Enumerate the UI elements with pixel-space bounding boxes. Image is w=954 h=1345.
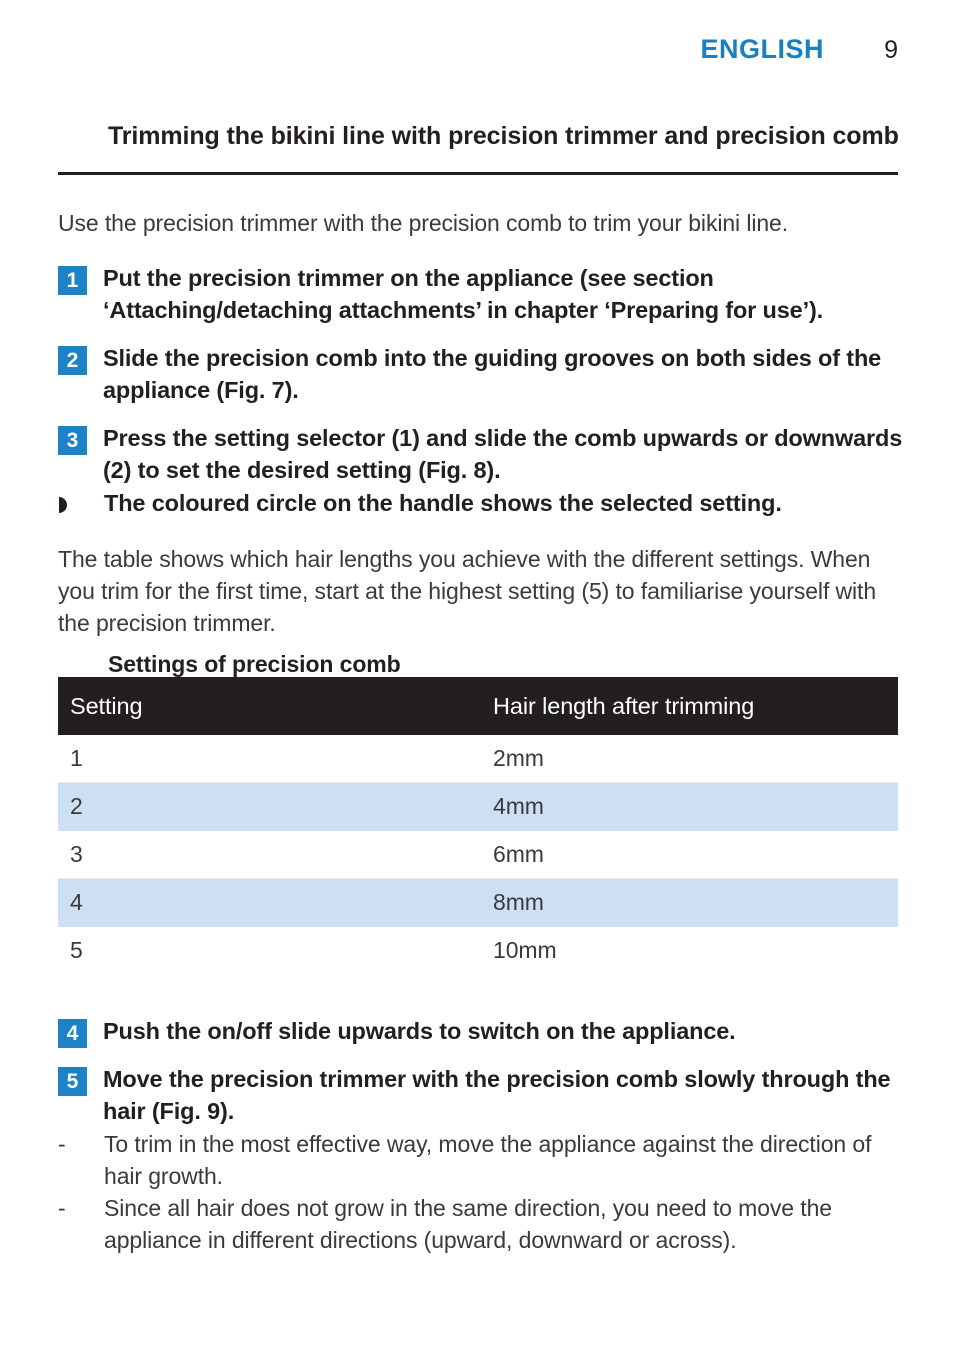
- step-number-badge: 4: [58, 1019, 87, 1048]
- step-item-3: 3 Press the setting selector (1) and sli…: [58, 422, 904, 486]
- section-title: Trimming the bikini line with precision …: [108, 121, 899, 150]
- table-header-row-group: Setting Hair length after trimming: [58, 677, 898, 735]
- table-row: 1 2mm: [58, 735, 898, 783]
- step-text: Move the precision trimmer with the prec…: [103, 1066, 891, 1124]
- arrow-note-item: The coloured circle on the handle shows …: [58, 487, 904, 519]
- dash-note-item-2: - Since all hair does not grow in the sa…: [58, 1192, 904, 1256]
- column-header-hair-length: Hair length after trimming: [493, 677, 898, 735]
- dash-note-text: Since all hair does not grow in the same…: [104, 1195, 832, 1253]
- cell-hair-length: 10mm: [493, 937, 557, 963]
- dash-note-text: To trim in the most effective way, move …: [104, 1131, 872, 1189]
- step-item-5: 5 Move the precision trimmer with the pr…: [58, 1063, 904, 1127]
- step-text: Press the setting selector (1) and slide…: [103, 425, 903, 483]
- dash-note-item-1: - To trim in the most effective way, mov…: [58, 1128, 904, 1192]
- table-row: 4 8mm: [58, 878, 898, 927]
- cell-hair-length: 6mm: [493, 830, 898, 879]
- step-number-badge: 1: [58, 266, 87, 295]
- step-text: Push the on/off slide upwards to switch …: [103, 1018, 736, 1044]
- page-number: 9: [884, 36, 898, 64]
- step-number-badge: 2: [58, 346, 87, 375]
- step-text: Put the precision trimmer on the applian…: [103, 265, 824, 323]
- cell-setting: 4: [58, 878, 493, 927]
- step-number-badge: 5: [58, 1067, 87, 1096]
- step-item-1: 1 Put the precision trimmer on the appli…: [58, 262, 904, 326]
- half-disc-bullet-icon: [58, 487, 88, 514]
- step-number-badge: 3: [58, 426, 87, 455]
- table-row: 2 4mm: [58, 782, 898, 831]
- header-language-label: ENGLISH: [700, 34, 824, 64]
- manual-page: ENGLISH 9 Trimming the bikini line with …: [0, 0, 954, 1345]
- dash-bullet-icon: -: [58, 1131, 66, 1157]
- step-item-4: 4 Push the on/off slide upwards to switc…: [58, 1015, 904, 1048]
- cell-hair-length: 2mm: [493, 735, 898, 783]
- page-header: ENGLISH 9: [58, 34, 898, 72]
- intro-paragraph: Use the precision trimmer with the preci…: [58, 210, 789, 236]
- table-heading: Settings of precision comb: [108, 651, 401, 678]
- column-header-setting: Setting: [58, 677, 493, 735]
- dash-bullet-icon: -: [58, 1195, 66, 1221]
- arrow-note-text: The coloured circle on the handle shows …: [104, 490, 782, 516]
- cell-hair-length: 4mm: [493, 782, 898, 831]
- table-row: 3 6mm: [58, 830, 898, 879]
- cell-hair-length: 8mm: [493, 878, 898, 927]
- title-divider: [58, 172, 898, 175]
- cell-setting: 1: [58, 735, 493, 783]
- cell-setting: 3: [58, 830, 493, 879]
- cell-setting: 5: [70, 937, 83, 963]
- step-item-2: 2 Slide the precision comb into the guid…: [58, 342, 904, 406]
- cell-setting: 2: [58, 782, 493, 831]
- step-text: Slide the precision comb into the guidin…: [103, 345, 882, 403]
- table-body: 1 2mm 2 4mm 3 6mm 4 8mm 5 10mm: [58, 735, 898, 974]
- table-header-row: Setting Hair length after trimming: [58, 677, 898, 735]
- table-row: 5 10mm: [58, 927, 898, 975]
- settings-table: Setting Hair length after trimming 1 2mm…: [58, 677, 898, 974]
- table-note-paragraph: The table shows which hair lengths you a…: [58, 546, 877, 636]
